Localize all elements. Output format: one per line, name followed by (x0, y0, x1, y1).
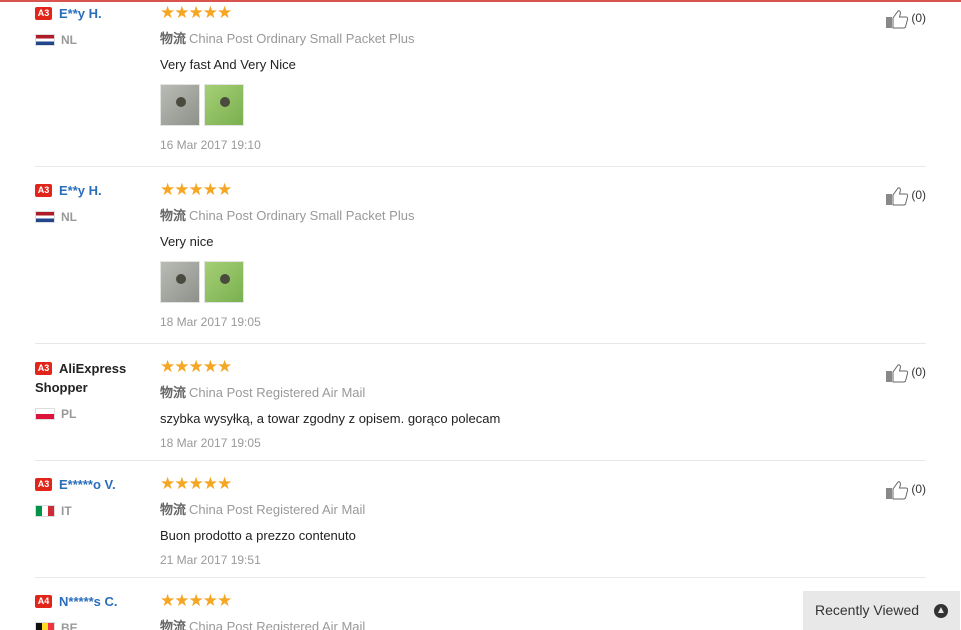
buyer-level-badge: A3 (35, 7, 52, 20)
rating-stars: ★★★★★ (160, 3, 840, 22)
reviewer-name[interactable]: E**y H. (59, 183, 102, 198)
review-text: Buon prodotto a prezzo contenuto (160, 528, 356, 543)
flag-be-icon (35, 621, 55, 630)
reviewer-country: BE (61, 620, 78, 630)
thumbs-up-icon (886, 187, 909, 206)
chevron-up-icon: ▲ (934, 604, 948, 618)
review-item: A3 AliExpress Shopper PL ★★★★★ 物流 China Po… (35, 357, 926, 461)
shipping-method: 物流 China Post Registered Air Mail (160, 502, 366, 517)
review-photos (160, 261, 840, 305)
shipping-method: 物流 China Post Ordinary Small Packet Plus (160, 208, 415, 223)
buyer-level-badge: A3 (35, 184, 52, 197)
rating-stars: ★★★★★ (160, 180, 840, 199)
shipping-method: 物流 China Post Registered Air Mail (160, 619, 366, 630)
reviewer-info: A4 N*****s C. BE (35, 593, 150, 630)
thumbs-up-icon (886, 481, 909, 500)
shipping-method: 物流 China Post Ordinary Small Packet Plus (160, 31, 415, 46)
review-item: A4 N*****s C. BE ★★★★★ 物流 China Post Regis… (35, 593, 926, 630)
flag-nl-icon (35, 210, 55, 223)
reviewer-info: A3 E**y H. NL (35, 182, 150, 224)
recently-viewed-button[interactable]: Recently Viewed ▲ (803, 591, 960, 630)
helpful-count: (0) (911, 188, 926, 203)
flag-nl-icon (35, 33, 55, 46)
helpful-button[interactable]: (0) (885, 363, 926, 383)
reviewer-info: A3 E**y H. NL (35, 5, 150, 47)
review-text: Very nice (160, 234, 214, 249)
helpful-count: (0) (911, 482, 926, 497)
flag-pl-icon (35, 407, 55, 420)
star-icon: ★★★★★ (160, 3, 232, 22)
reviewer-name[interactable]: N*****s C. (59, 594, 118, 609)
thumbs-up-icon (886, 10, 909, 29)
review-photo-thumbnail[interactable] (160, 84, 200, 126)
thumbs-up-icon (886, 364, 909, 383)
review-item: A3 E*****o V. IT ★★★★★ 物流 China Post Regis… (35, 474, 926, 578)
helpful-button[interactable]: (0) (885, 186, 926, 206)
top-divider (0, 0, 961, 2)
helpful-count: (0) (911, 11, 926, 26)
shipping-method: 物流 China Post Registered Air Mail (160, 385, 366, 400)
review-item: A3 E**y H. NL ★★★★★ 物流 China Post Ordinary… (35, 3, 926, 167)
review-text: Very fast And Very Nice (160, 57, 296, 72)
reviewer-info: A3 E*****o V. IT (35, 476, 150, 518)
review-date: 18 Mar 2017 19:05 (160, 436, 261, 450)
reviewer-country: NL (61, 209, 77, 224)
review-photo-thumbnail[interactable] (204, 84, 244, 126)
reviewer-name[interactable]: E**y H. (59, 6, 102, 21)
review-text: szybka wysyłką, a towar zgodny z opisem.… (160, 411, 501, 426)
review-date: 21 Mar 2017 19:51 (160, 553, 261, 567)
star-icon: ★★★★★ (160, 357, 232, 376)
reviewer-country: NL (61, 32, 77, 47)
helpful-button[interactable]: (0) (885, 9, 926, 29)
review-item: A3 E**y H. NL ★★★★★ 物流 China Post Ordinary… (35, 180, 926, 344)
reviewer-info: A3 AliExpress Shopper PL (35, 359, 150, 421)
recently-viewed-label: Recently Viewed (815, 602, 920, 618)
buyer-level-badge: A3 (35, 362, 52, 375)
review-photo-thumbnail[interactable] (204, 261, 244, 303)
review-date: 16 Mar 2017 19:10 (160, 138, 261, 152)
helpful-count: (0) (911, 365, 926, 380)
review-photos (160, 84, 840, 128)
reviewer-name[interactable]: E*****o V. (59, 477, 116, 492)
star-icon: ★★★★★ (160, 180, 232, 199)
buyer-level-badge: A3 (35, 478, 52, 491)
star-icon: ★★★★★ (160, 593, 232, 610)
review-photo-thumbnail[interactable] (160, 261, 200, 303)
rating-stars: ★★★★★ (160, 357, 840, 376)
rating-stars: ★★★★★ (160, 474, 840, 493)
review-date: 18 Mar 2017 19:05 (160, 315, 261, 329)
reviewer-country: IT (61, 503, 72, 518)
reviewer-country: PL (61, 406, 77, 421)
star-icon: ★★★★★ (160, 474, 232, 493)
helpful-button[interactable]: (0) (885, 480, 926, 500)
flag-it-icon (35, 504, 55, 517)
rating-stars: ★★★★★ (160, 593, 840, 609)
buyer-level-badge: A4 (35, 595, 52, 608)
